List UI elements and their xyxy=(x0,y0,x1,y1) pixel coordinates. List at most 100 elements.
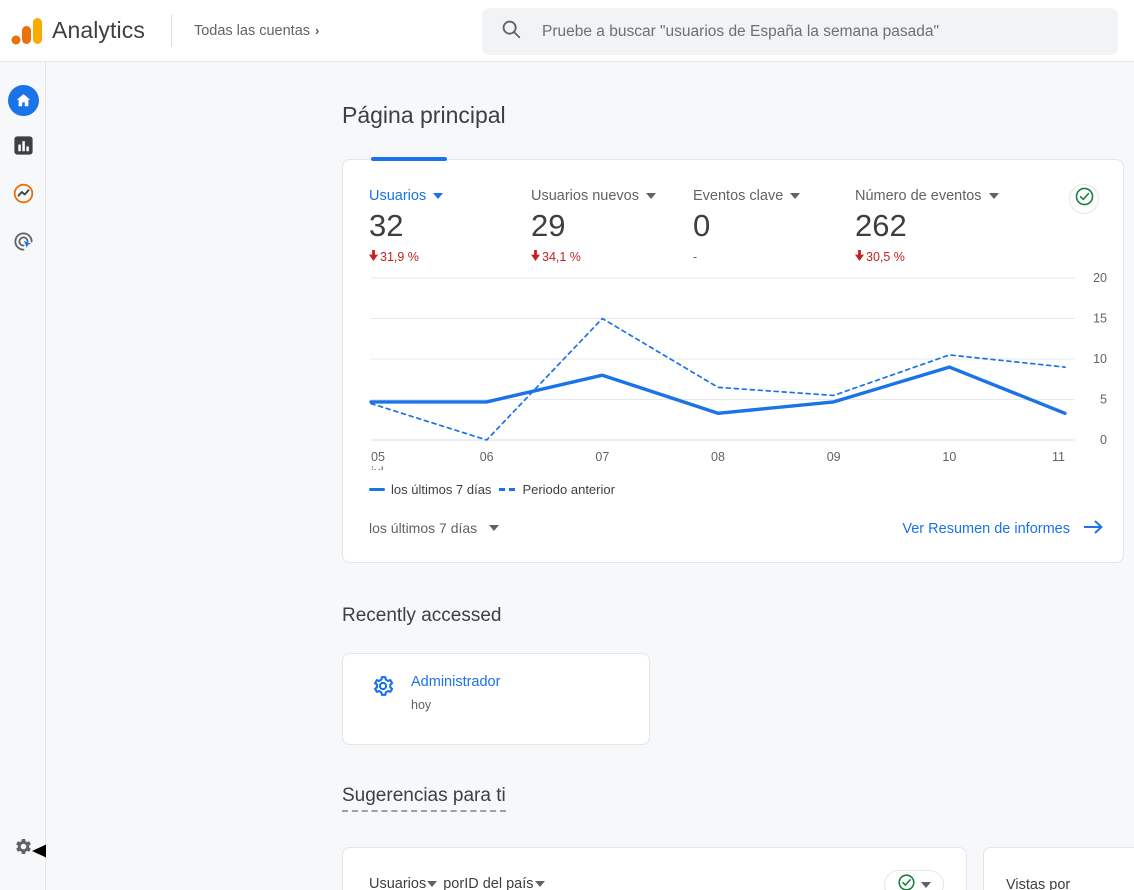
chart-legend: los últimos 7 días Periodo anterior xyxy=(369,482,615,497)
sidebar-item-home[interactable] xyxy=(0,76,46,124)
search-icon xyxy=(500,18,522,45)
sidebar-item-advertising[interactable] xyxy=(0,220,46,268)
caret-down-icon xyxy=(921,882,931,888)
x-axis-tick-10: 10 xyxy=(942,450,956,464)
explore-trending-icon xyxy=(12,182,35,210)
metric-usuarios-nuevos-selector[interactable]: Usuarios nuevos xyxy=(531,188,693,204)
left-nav-rail xyxy=(0,62,46,890)
suggestion-metric-selector[interactable]: Usuarios xyxy=(369,876,426,890)
chart-series-previous xyxy=(371,319,1065,441)
suggestion-dimension-selector[interactable]: ID del país xyxy=(464,876,533,890)
suggestion-card-2-title: Vistas por Título de página y c xyxy=(984,848,1134,890)
all-accounts-label: Todas las cuentas xyxy=(194,23,310,39)
sidebar-item-explore[interactable] xyxy=(0,172,46,220)
metric-usuarios-delta: 31,9 % xyxy=(369,250,531,264)
metric-usuarios-label: Usuarios xyxy=(369,188,426,204)
sidebar-item-admin-settings[interactable] xyxy=(0,834,46,864)
metric-row: Usuarios 32 31,9 % Usuarios nuevos 29 xyxy=(343,160,1123,264)
metric-numero-de-eventos-value: 262 xyxy=(855,208,1017,244)
suggestion-status-button[interactable] xyxy=(884,870,944,890)
legend-label-previous: Periodo anterior xyxy=(522,482,615,497)
x-axis-month-label: jul xyxy=(370,465,384,470)
brand-area[interactable]: Analytics xyxy=(0,12,145,50)
recently-accessed-heading: Recently accessed xyxy=(342,605,501,627)
suggestion-card-users-by-country: Usuarios por ID del país xyxy=(342,847,967,890)
x-axis-tick-09: 09 xyxy=(827,450,841,464)
legend-item-previous[interactable]: Periodo anterior xyxy=(499,482,615,497)
x-axis-tick-11: 11 xyxy=(1052,450,1065,464)
legend-solid-swatch xyxy=(369,488,385,491)
green-check-circle-icon xyxy=(1074,186,1095,212)
metric-numero-de-eventos-delta-text: 30,5 % xyxy=(866,250,905,264)
page-title: Página principal xyxy=(46,62,1134,129)
x-axis-tick-08: 08 xyxy=(711,450,725,464)
date-range-label: los últimos 7 días xyxy=(369,520,477,536)
sidebar-item-reports[interactable] xyxy=(0,124,46,172)
y-axis-tick-0: 0 xyxy=(1100,433,1107,447)
metric-numero-de-eventos: Número de eventos 262 30,5 % xyxy=(855,188,1017,264)
metric-numero-de-eventos-selector[interactable]: Número de eventos xyxy=(855,188,1017,204)
metric-eventos-clave-value: 0 xyxy=(693,208,855,244)
home-icon xyxy=(8,85,39,116)
arrow-down-icon xyxy=(855,250,864,264)
x-axis-tick-05: 05 xyxy=(371,450,385,464)
gear-icon xyxy=(371,674,395,712)
gear-icon xyxy=(13,836,34,862)
y-axis-tick-15: 15 xyxy=(1093,312,1107,326)
caret-down-icon[interactable] xyxy=(535,881,545,887)
metric-eventos-clave-label: Eventos clave xyxy=(693,188,783,204)
metric-usuarios-delta-text: 31,9 % xyxy=(380,250,419,264)
suggestion-card-views-by-page-title: Vistas por Título de página y c xyxy=(983,847,1134,890)
caret-down-icon xyxy=(433,193,443,199)
overview-status-button[interactable] xyxy=(1069,184,1099,214)
suggestion-card-title: Usuarios por ID del país xyxy=(343,848,966,890)
metric-usuarios-nuevos-delta-text: 34,1 % xyxy=(542,250,581,264)
metric-usuarios-nuevos: Usuarios nuevos 29 34,1 % xyxy=(531,188,693,264)
metric-usuarios-nuevos-delta: 34,1 % xyxy=(531,250,693,264)
overview-card: Usuarios 32 31,9 % Usuarios nuevos 29 xyxy=(342,159,1124,563)
recently-accessed-item-title[interactable]: Administrador xyxy=(411,674,500,690)
analytics-logo-icon xyxy=(8,12,46,50)
metric-usuarios-value: 32 xyxy=(369,208,531,244)
legend-item-current[interactable]: los últimos 7 días xyxy=(369,482,491,497)
advertising-target-icon xyxy=(12,230,35,258)
search-input[interactable]: Pruebe a buscar "usuarios de España la s… xyxy=(482,8,1118,55)
suggestion-2-metric[interactable]: Vistas xyxy=(1006,877,1045,890)
suggestions-heading: Sugerencias para ti xyxy=(342,785,506,812)
caret-down-icon xyxy=(790,193,800,199)
header-divider xyxy=(171,15,172,47)
x-axis-tick-07: 07 xyxy=(595,450,609,464)
chart-series-current xyxy=(371,367,1065,413)
y-axis-tick-5: 5 xyxy=(1100,393,1107,407)
metric-usuarios-nuevos-value: 29 xyxy=(531,208,693,244)
search-placeholder: Pruebe a buscar "usuarios de España la s… xyxy=(542,23,939,41)
metric-numero-de-eventos-delta: 30,5 % xyxy=(855,250,1017,264)
view-reports-snapshot-link[interactable]: Ver Resumen de informes xyxy=(902,520,1103,538)
metric-usuarios: Usuarios 32 31,9 % xyxy=(369,188,531,264)
green-check-circle-icon xyxy=(897,873,916,890)
main-content: Página principal Usuarios 32 31,9 % xyxy=(46,62,1134,890)
x-axis-tick-06: 06 xyxy=(480,450,494,464)
caret-down-icon xyxy=(989,193,999,199)
view-reports-snapshot-label: Ver Resumen de informes xyxy=(902,521,1070,537)
suggestion-2-connector: por xyxy=(1045,877,1070,890)
chevron-right-icon: › xyxy=(315,23,319,38)
y-axis-tick-10: 10 xyxy=(1093,352,1107,366)
y-axis-tick-20: 20 xyxy=(1093,271,1107,285)
legend-label-current: los últimos 7 días xyxy=(391,482,491,497)
arrow-down-icon xyxy=(531,250,540,264)
metric-eventos-clave-selector[interactable]: Eventos clave xyxy=(693,188,855,204)
brand-title: Analytics xyxy=(52,17,145,44)
metric-usuarios-selector[interactable]: Usuarios xyxy=(369,188,531,204)
date-range-selector[interactable]: los últimos 7 días xyxy=(369,520,499,536)
legend-dashed-swatch xyxy=(499,488,516,491)
arrow-down-icon xyxy=(369,250,378,264)
caret-down-icon xyxy=(646,193,656,199)
recently-accessed-card[interactable]: Administrador hoy xyxy=(342,653,650,745)
recently-accessed-item-subtitle: hoy xyxy=(411,698,500,712)
metric-eventos-clave: Eventos clave 0 - xyxy=(693,188,855,264)
caret-down-icon[interactable] xyxy=(427,881,437,887)
all-accounts-link[interactable]: Todas las cuentas › xyxy=(194,23,319,39)
arrow-right-icon xyxy=(1084,520,1103,538)
reports-bar-chart-icon xyxy=(12,134,35,162)
